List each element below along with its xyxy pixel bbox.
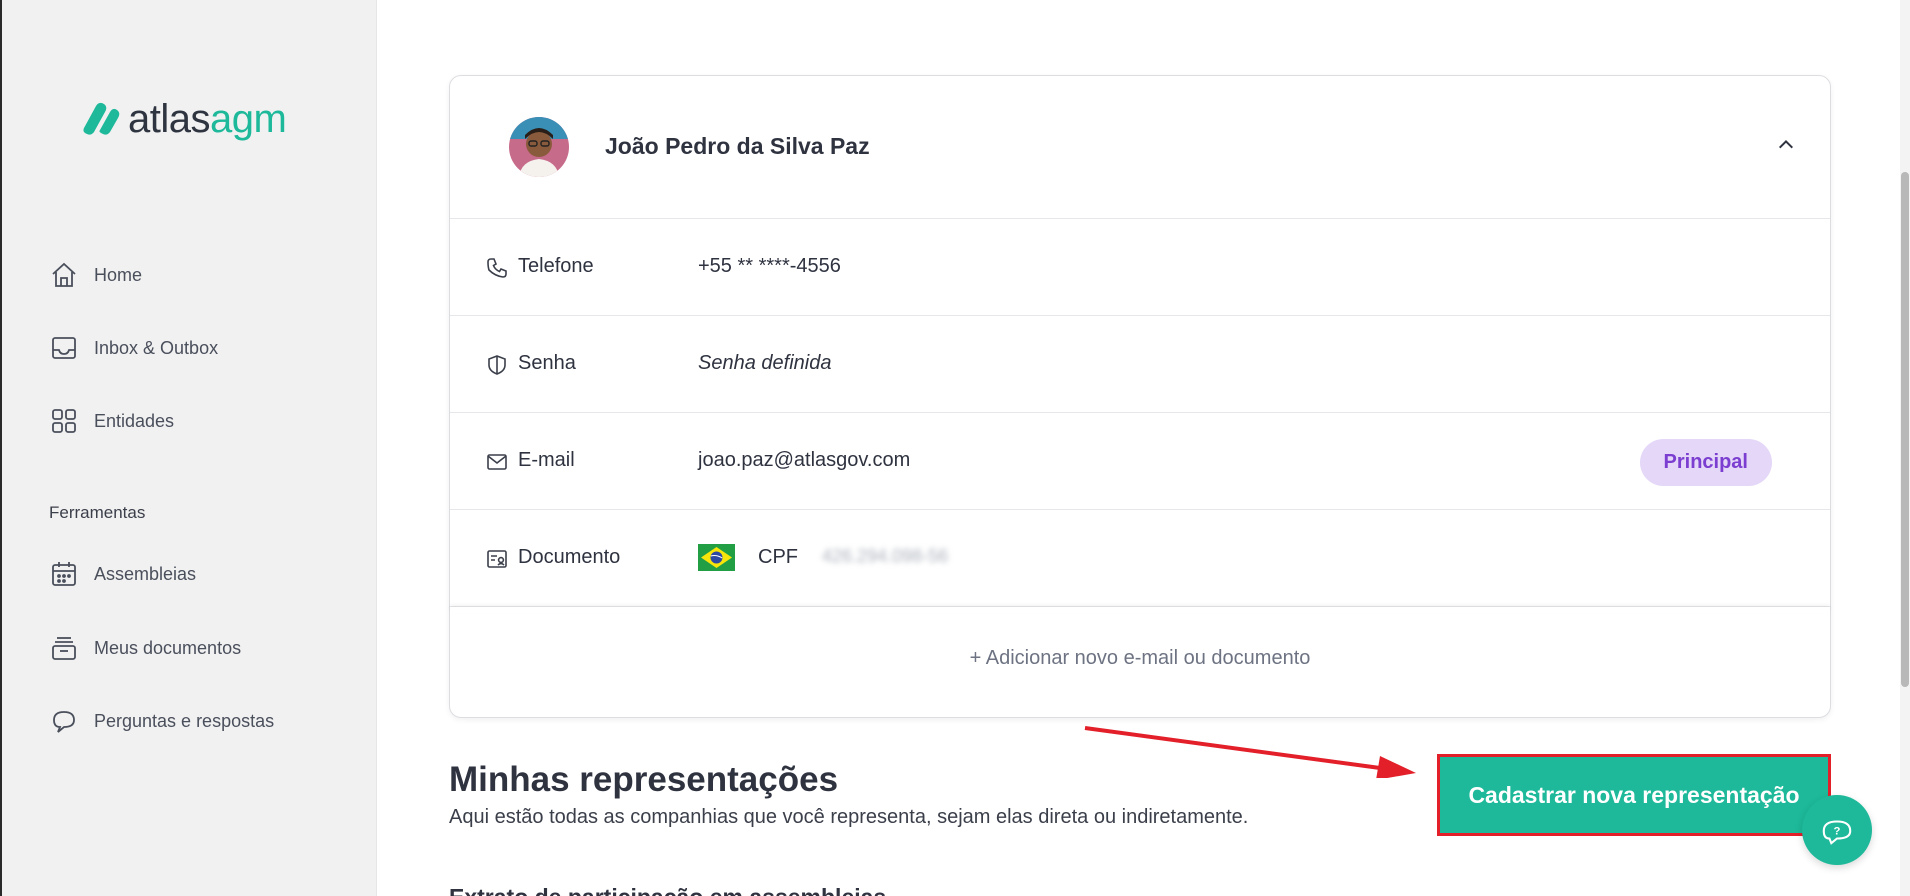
sidebar-item-label: Assembleias bbox=[94, 563, 197, 584]
email-label: E-mail bbox=[518, 449, 575, 471]
representations-title: Minhas representações bbox=[449, 760, 839, 799]
password-value: Senha definida bbox=[698, 352, 832, 374]
email-row[interactable]: E-mail joao.paz@atlasgov.com Principal bbox=[450, 413, 1830, 510]
sidebar-item-label: Perguntas e respostas bbox=[94, 710, 275, 731]
document-number-masked: 426.294.098-56 bbox=[822, 546, 949, 566]
chevron-up-icon bbox=[1778, 139, 1794, 149]
inbox-icon bbox=[52, 337, 76, 359]
phone-row[interactable]: Telefone +55 ** ****-4556 bbox=[450, 219, 1830, 316]
sidebar-item-perguntas[interactable]: Perguntas e respostas bbox=[50, 707, 274, 735]
profile-card: João Pedro da Silva Paz Telefone +55 ** … bbox=[449, 75, 1831, 718]
annotation-arrow-icon bbox=[1084, 726, 1416, 778]
phone-value: +55 ** ****-4556 bbox=[698, 255, 841, 277]
shield-icon bbox=[488, 355, 506, 375]
brand-word-2: agm bbox=[210, 97, 287, 141]
add-email-or-document-link[interactable]: + Adicionar novo e-mail ou documento bbox=[450, 647, 1830, 670]
help-chat-button[interactable]: ? bbox=[1802, 795, 1872, 865]
register-representation-button[interactable]: Cadastrar nova representação bbox=[1437, 754, 1831, 836]
scrollbar[interactable] bbox=[1900, 0, 1910, 896]
password-row[interactable]: Senha Senha definida bbox=[450, 316, 1830, 413]
archive-icon bbox=[52, 637, 76, 660]
document-label: Documento bbox=[518, 546, 621, 568]
scrollbar-thumb[interactable] bbox=[1901, 172, 1909, 687]
sidebar-item-meus-documentos[interactable]: Meus documentos bbox=[50, 634, 241, 662]
collapse-button[interactable] bbox=[1772, 131, 1800, 159]
grid-icon bbox=[52, 409, 76, 433]
sidebar-item-label: Entidades bbox=[94, 410, 175, 431]
participation-statement-heading: Extrato de participação em assembleias bbox=[449, 884, 886, 896]
document-row[interactable]: Documento CPF 426.294.098-56 bbox=[450, 510, 1830, 607]
card-divider bbox=[450, 607, 1830, 613]
phone-icon bbox=[487, 258, 507, 278]
atlas-logo-icon bbox=[83, 102, 120, 135]
sidebar-item-home[interactable]: Home bbox=[50, 261, 142, 289]
brand-word-1: atlas bbox=[128, 97, 211, 141]
help-chat-icon: ? bbox=[1822, 820, 1852, 845]
avatar bbox=[509, 117, 569, 177]
mail-icon bbox=[487, 454, 507, 470]
representations-subtitle: Aqui estão todas as companhias que você … bbox=[449, 806, 1249, 828]
primary-badge: Principal bbox=[1639, 439, 1772, 486]
chat-icon bbox=[53, 711, 75, 733]
phone-label: Telefone bbox=[518, 255, 594, 277]
sidebar-item-label: Home bbox=[94, 264, 143, 285]
sidebar-item-inbox[interactable]: Inbox & Outbox bbox=[50, 334, 218, 362]
brand-name: atlasagm bbox=[128, 97, 287, 141]
document-type: CPF bbox=[758, 546, 798, 568]
atlasagm-logo[interactable]: atlasagm bbox=[80, 97, 287, 141]
sidebar-item-entidades[interactable]: Entidades bbox=[50, 407, 174, 435]
email-value: joao.paz@atlasgov.com bbox=[698, 449, 911, 471]
home-icon bbox=[52, 262, 76, 287]
sidebar-item-label: Inbox & Outbox bbox=[94, 337, 219, 358]
svg-text:?: ? bbox=[1834, 826, 1841, 838]
sidebar-item-assembleias[interactable]: Assembleias bbox=[50, 560, 196, 588]
user-name: João Pedro da Silva Paz bbox=[605, 133, 870, 159]
id-card-icon bbox=[487, 550, 507, 568]
brazil-flag-icon bbox=[698, 544, 735, 571]
profile-card-header[interactable]: João Pedro da Silva Paz bbox=[450, 76, 1830, 219]
sidebar: atlasagm Home Inbox & Outbox Entidades F… bbox=[0, 0, 377, 896]
sidebar-item-label: Meus documentos bbox=[94, 637, 242, 658]
password-label: Senha bbox=[518, 352, 576, 374]
sidebar-section-ferramentas: Ferramentas bbox=[49, 503, 146, 522]
calendar-icon bbox=[52, 562, 76, 586]
